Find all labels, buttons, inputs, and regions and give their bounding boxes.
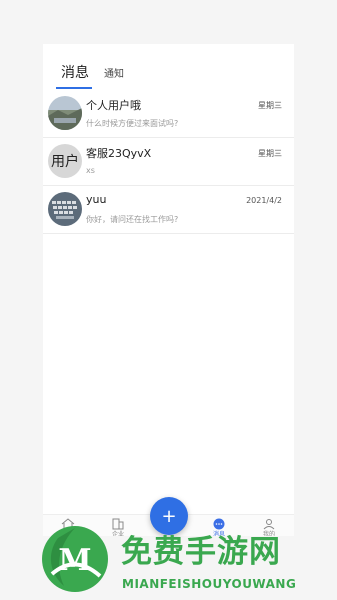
watermark-title: 免费手游网 — [121, 534, 281, 570]
watermark-logo-icon: M — [42, 526, 108, 592]
contact-name: yuu — [86, 193, 107, 206]
avatar — [48, 96, 82, 130]
tab-bar: 消息 通知 — [43, 44, 294, 90]
watermark: M 免费手游网 MIANFEISHOUYOUWANG — [40, 522, 330, 597]
message-date: 星期三 — [258, 101, 282, 110]
active-tab-indicator — [56, 87, 92, 89]
message-date: 星期三 — [258, 149, 282, 158]
tab-notifications[interactable]: 通知 — [104, 65, 124, 80]
message-preview: 什么时候方便过来面试吗? — [86, 119, 179, 128]
conversation-row[interactable]: 用户 客服23QyvX xs 星期三 — [43, 138, 294, 186]
contact-name: 个人用户哦 — [86, 99, 141, 112]
message-preview: 你好，请问还在找工作吗? — [86, 215, 179, 224]
watermark-subtitle: MIANFEISHOUYOUWANG — [122, 577, 297, 591]
row-divider — [43, 233, 294, 234]
avatar — [48, 192, 82, 226]
message-date: 2021/4/2 — [246, 196, 282, 205]
conversation-row[interactable]: 个人用户哦 什么时候方便过来面试吗? 星期三 — [43, 90, 294, 138]
tab-messages[interactable]: 消息 — [61, 62, 89, 82]
watermark-logo-letter: M — [58, 543, 91, 578]
contact-name: 客服23QyvX — [86, 147, 152, 160]
messages-screen: 消息 通知 个人用户哦 什么时候方便过来面试吗? 星期三 用户 客服23QyvX… — [43, 44, 294, 536]
avatar: 用户 — [48, 144, 82, 178]
conversation-row[interactable]: yuu 你好，请问还在找工作吗? 2021/4/2 — [43, 186, 294, 234]
message-preview: xs — [86, 166, 95, 175]
